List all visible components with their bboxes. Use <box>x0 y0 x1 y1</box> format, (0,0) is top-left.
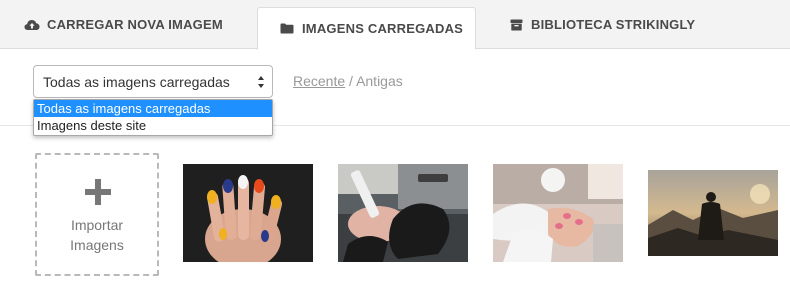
image-thumbnail[interactable] <box>338 164 468 262</box>
tab-label: BIBLIOTECA STRIKINGLY <box>531 17 696 32</box>
image-filter-select[interactable]: Todas as imagens carregadas <box>33 65 273 98</box>
select-arrows-icon <box>257 75 265 89</box>
painted-nails-photo <box>183 164 313 262</box>
tab-label: IMAGENS CARREGADAS <box>302 21 464 36</box>
import-label-line2: Imagens <box>70 237 124 253</box>
image-thumbnail[interactable] <box>493 164 623 262</box>
import-images-label: Importar Imagens <box>37 215 157 255</box>
image-thumbnail[interactable] <box>648 170 778 256</box>
folder-icon <box>279 21 295 37</box>
import-images-button[interactable]: Importar Imagens <box>35 153 159 276</box>
image-thumbnail[interactable] <box>183 164 313 262</box>
manicure-pink-nails-photo <box>493 164 623 262</box>
sort-older-link[interactable]: Antigas <box>356 73 403 89</box>
select-value: Todas as imagens carregadas <box>43 74 230 90</box>
mountain-sunset-person-photo <box>648 170 778 256</box>
image-filter-dropdown: Todas as imagens carregadas Imagens dest… <box>33 99 273 136</box>
sort-options: Recente / Antigas <box>293 73 403 89</box>
plus-icon <box>85 179 111 205</box>
import-label-line1: Importar <box>70 217 124 233</box>
option-all-uploaded-images[interactable]: Todas as imagens carregadas <box>34 100 272 117</box>
manicure-gloved-hands-photo <box>338 164 468 262</box>
cloud-upload-icon <box>24 17 40 33</box>
tab-strikingly-library[interactable]: BIBLIOTECA STRIKINGLY <box>508 0 695 49</box>
tab-bar: CARREGAR NOVA IMAGEM IMAGENS CARREGADAS … <box>0 0 790 50</box>
tab-label: CARREGAR NOVA IMAGEM <box>47 17 223 32</box>
option-images-this-site[interactable]: Imagens deste site <box>34 117 272 134</box>
tab-upload-new-image[interactable]: CARREGAR NOVA IMAGEM <box>24 0 223 49</box>
archive-box-icon <box>508 17 524 33</box>
sort-separator: / <box>349 73 353 89</box>
tab-uploaded-images[interactable]: IMAGENS CARREGADAS <box>257 7 476 50</box>
sort-recent-link[interactable]: Recente <box>293 73 345 89</box>
